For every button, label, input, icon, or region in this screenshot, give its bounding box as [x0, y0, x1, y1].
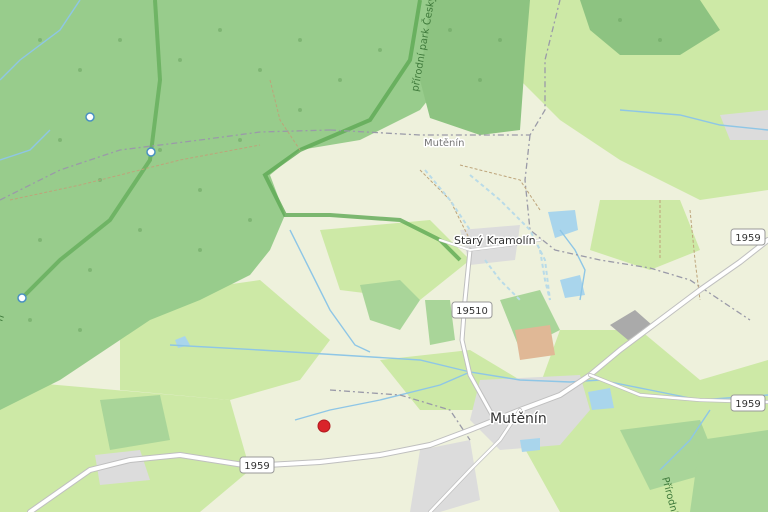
place-label-stary-kramolin: Starý Kramolín	[454, 234, 536, 247]
svg-text:1959: 1959	[735, 399, 760, 410]
poi-spring-icon	[17, 293, 27, 303]
forest-upper-right	[420, 0, 530, 135]
road-shield-1959-right-mid: 1959	[730, 394, 766, 412]
place-label-mutenin: Mutěnín	[490, 411, 547, 427]
map-canvas[interactable]: Mutěnín Mutěnín Starý Kramolín přírodní …	[0, 0, 768, 512]
poi-spring-icon	[85, 112, 95, 122]
road-shield-19510: 19510	[451, 301, 493, 319]
location-marker-icon[interactable]	[317, 419, 331, 433]
svg-text:1959: 1959	[244, 461, 269, 472]
place-label-mutenin-small: Mutěnín	[424, 137, 465, 149]
road-shield-1959-right-top: 1959	[730, 228, 766, 246]
road-shield-1959-bottom: 1959	[239, 456, 275, 474]
solar-area	[515, 325, 555, 360]
svg-text:1959: 1959	[735, 233, 760, 244]
poi-spring-icon	[146, 147, 156, 157]
svg-text:19510: 19510	[456, 306, 488, 317]
